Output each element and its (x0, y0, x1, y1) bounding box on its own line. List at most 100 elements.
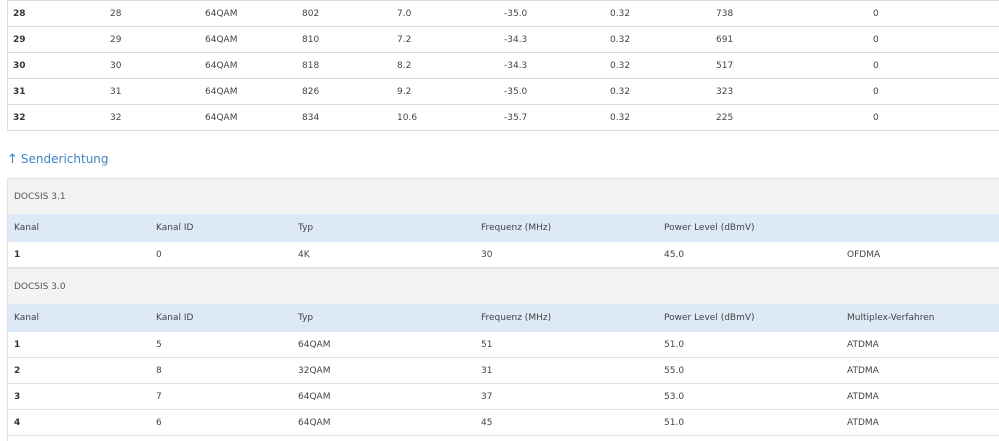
cell-power: 7.2 (397, 34, 412, 45)
cell-frequenz: 30 (481, 249, 493, 260)
cell-typ: 64QAM (298, 391, 331, 402)
header-typ: Typ (298, 313, 314, 323)
cell-kanal: 2 (14, 365, 21, 376)
cell-korrigierbar: 738 (716, 8, 734, 19)
cell-kanal-id: 0 (156, 249, 162, 260)
cell-kanal: 28 (13, 8, 26, 19)
cell-verfahren: ATDMA (847, 391, 879, 402)
cell-kanal-id: 28 (110, 8, 122, 19)
header-power-level: Power Level (dBmV) (664, 313, 755, 323)
cell-power: 9.2 (397, 86, 412, 97)
cell-frequenz: 45 (481, 417, 493, 428)
docsis31-group-header: DOCSIS 3.1 (8, 178, 999, 214)
cell-verfahren: OFDMA (847, 249, 881, 260)
cell-kanal: 31 (13, 86, 26, 97)
cell-frequenz: 31 (481, 365, 493, 376)
cell-frequenz: 802 (302, 8, 320, 19)
cell-typ: 64QAM (298, 417, 331, 428)
cell-korrigierbar: 225 (716, 112, 734, 123)
cell-power: 53.0 (664, 391, 685, 402)
docsis30-group-header: DOCSIS 3.0 (8, 268, 999, 304)
cell-mse: -35.0 (504, 8, 528, 19)
header-multiplex-verfahren: Multiplex-Verfahren (847, 313, 935, 323)
table-row: 31 31 64QAM 826 9.2 -35.0 0.32 323 0 (8, 79, 999, 105)
cell-nicht-korrigierbar: 0 (873, 8, 879, 19)
cell-power: 51.0 (664, 339, 685, 350)
cell-kanal-id: 30 (110, 60, 122, 71)
cell-typ: 64QAM (205, 34, 238, 45)
cell-kanal: 1 (14, 339, 21, 350)
cell-nicht-korrigierbar: 0 (873, 60, 879, 71)
arrow-up-icon: ↑ (7, 151, 18, 167)
table-row: 1 5 64QAM 51 51.0 ATDMA (8, 332, 999, 358)
cell-nicht-korrigierbar: 0 (873, 86, 879, 97)
cell-latenz: 0.32 (610, 8, 631, 19)
cell-frequenz: 826 (302, 86, 320, 97)
cell-kanal-id: 29 (110, 34, 122, 45)
header-power-level: Power Level (dBmV) (664, 223, 755, 233)
cell-kanal: 29 (13, 34, 26, 45)
cell-korrigierbar: 323 (716, 86, 734, 97)
cell-kanal: 3 (14, 391, 21, 402)
header-typ: Typ (298, 223, 314, 233)
cell-kanal-id: 32 (110, 112, 122, 123)
cell-typ: 64QAM (205, 112, 238, 123)
cell-latenz: 0.32 (610, 86, 631, 97)
cell-power: 45.0 (664, 249, 685, 260)
header-kanal-id: Kanal ID (156, 223, 194, 233)
cell-typ: 64QAM (205, 60, 238, 71)
header-frequenz: Frequenz (MHz) (481, 223, 552, 233)
table-row: 30 30 64QAM 818 8.2 -34.3 0.32 517 0 (8, 53, 999, 79)
docsis-info-panel: 28 28 64QAM 802 7.0 -35.0 0.32 738 0 29 … (7, 0, 999, 441)
header-frequenz: Frequenz (MHz) (481, 313, 552, 323)
cell-kanal-id: 5 (156, 339, 162, 350)
cell-kanal-id: 8 (156, 365, 162, 376)
cell-frequenz: 37 (481, 391, 493, 402)
header-kanal-id: Kanal ID (156, 313, 194, 323)
cell-korrigierbar: 517 (716, 60, 734, 71)
cell-mse: -34.3 (504, 60, 528, 71)
cell-kanal: 4 (14, 417, 21, 428)
table-row: 3 7 64QAM 37 53.0 ATDMA (8, 384, 999, 410)
table-row: 29 29 64QAM 810 7.2 -34.3 0.32 691 0 (8, 27, 999, 53)
header-kanal: Kanal (14, 223, 39, 233)
senderichtung-link-label: Senderichtung (20, 152, 109, 166)
cell-power: 8.2 (397, 60, 412, 71)
docsis30-column-headers: Kanal Kanal ID Typ Frequenz (MHz) Power … (8, 304, 999, 332)
upstream-section: DOCSIS 3.1 Kanal Kanal ID Typ Frequenz (… (7, 178, 999, 441)
cell-typ: 64QAM (205, 8, 238, 19)
cell-verfahren: ATDMA (847, 365, 879, 376)
cell-typ: 32QAM (298, 365, 331, 376)
cell-kanal-id: 31 (110, 86, 122, 97)
cell-nicht-korrigierbar: 0 (873, 34, 879, 45)
table-row: 1 0 4K 30 45.0 OFDMA (8, 242, 999, 268)
cell-verfahren: ATDMA (847, 339, 879, 350)
senderichtung-link[interactable]: ↑ Senderichtung (7, 149, 109, 169)
header-kanal: Kanal (14, 313, 39, 323)
cell-frequenz: 834 (302, 112, 320, 123)
cell-kanal: 32 (13, 112, 26, 123)
cell-typ: 64QAM (298, 339, 331, 350)
cell-frequenz: 810 (302, 34, 320, 45)
table-row: 4 6 64QAM 45 51.0 ATDMA (8, 410, 999, 436)
cell-latenz: 0.32 (610, 112, 631, 123)
cell-typ: 64QAM (205, 86, 238, 97)
docsis30-title: DOCSIS 3.0 (14, 281, 66, 292)
cell-nicht-korrigierbar: 0 (873, 112, 879, 123)
cell-kanal-id: 7 (156, 391, 162, 402)
cell-korrigierbar: 691 (716, 34, 734, 45)
table-row: 28 28 64QAM 802 7.0 -35.0 0.32 738 0 (8, 1, 999, 27)
cell-verfahren: ATDMA (847, 417, 879, 428)
cell-power: 51.0 (664, 417, 685, 428)
cell-kanal: 30 (13, 60, 26, 71)
docsis31-title: DOCSIS 3.1 (14, 191, 66, 202)
downstream-table: 28 28 64QAM 802 7.0 -35.0 0.32 738 0 29 … (7, 0, 999, 131)
cell-frequenz: 51 (481, 339, 493, 350)
cell-power: 10.6 (397, 112, 418, 123)
table-row: 2 8 32QAM 31 55.0 ATDMA (8, 358, 999, 384)
cell-latenz: 0.32 (610, 34, 631, 45)
cell-kanal: 1 (14, 249, 21, 260)
table-row: 32 32 64QAM 834 10.6 -35.7 0.32 225 0 (8, 105, 999, 131)
cell-kanal-id: 6 (156, 417, 162, 428)
cell-latenz: 0.32 (610, 60, 631, 71)
